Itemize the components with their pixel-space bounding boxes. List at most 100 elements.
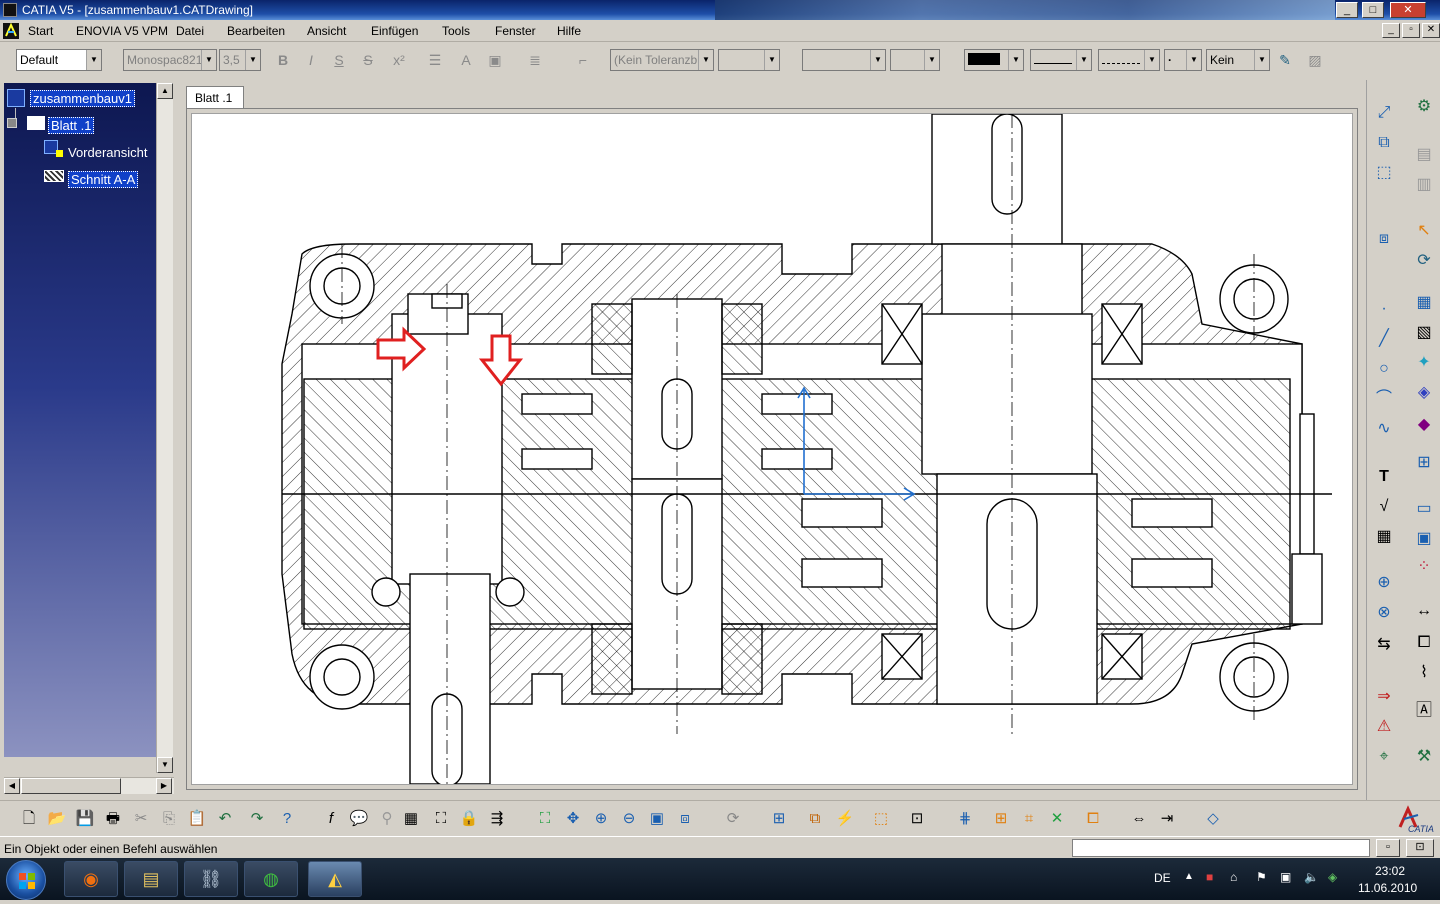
filter-icon[interactable]: ⬚ xyxy=(870,808,892,830)
select-arrow-icon[interactable]: ↖ xyxy=(1411,218,1437,244)
thread-icon[interactable]: ⊗ xyxy=(1371,600,1397,626)
circle-icon[interactable]: ○ xyxy=(1371,356,1397,382)
drawing-sheet[interactable] xyxy=(191,113,1353,785)
analysis-icon[interactable]: ⚡ xyxy=(834,808,856,830)
menu-bearbeiten[interactable]: Bearbeiten xyxy=(227,24,285,38)
language-indicator[interactable]: DE xyxy=(1154,871,1171,885)
redo-icon[interactable]: ↷ xyxy=(246,808,268,830)
whats-this-icon[interactable]: ? xyxy=(276,808,298,830)
menu-start[interactable]: Start xyxy=(28,24,53,38)
doc-restore-button[interactable]: ▫ xyxy=(1402,23,1420,38)
snap-grid-icon[interactable]: ⊞ xyxy=(1411,450,1437,476)
font-size-combo[interactable]: 3,5 ▼ xyxy=(219,49,261,71)
fit-all-icon[interactable]: ⛶ xyxy=(534,808,556,830)
menu-hilfe[interactable]: Hilfe xyxy=(557,24,581,38)
spline-icon[interactable]: ∿ xyxy=(1371,416,1397,442)
tray-clock-time[interactable]: 23:02 xyxy=(1375,864,1405,878)
power-input-field[interactable] xyxy=(1072,839,1370,857)
scroll-right-icon[interactable]: ▶ xyxy=(156,778,172,794)
tab-blatt-1[interactable]: Blatt .1 xyxy=(186,86,244,108)
detail-view-icon[interactable]: ▤ xyxy=(1411,142,1437,168)
view-from-3d-icon[interactable]: ⤢ xyxy=(1371,100,1397,126)
font-combo[interactable]: Monospac821 ▼ xyxy=(123,49,217,71)
menu-enovia[interactable]: ENOVIA V5 VPM xyxy=(76,24,168,38)
copy-icon[interactable]: ⎘ xyxy=(158,808,180,830)
menu-datei[interactable]: Datei xyxy=(176,24,204,38)
workbench-icon[interactable]: ◇ xyxy=(1202,808,1224,830)
tree-sheet[interactable]: Blatt .1 xyxy=(48,117,95,134)
scroll-down-icon[interactable]: ▼ xyxy=(157,757,173,773)
line-type-combo[interactable]: ▼ xyxy=(1098,49,1160,71)
tray-security-icon[interactable]: ■ xyxy=(1206,870,1213,884)
tolerance-value-combo[interactable]: ▼ xyxy=(718,49,780,71)
underline-icon[interactable]: S xyxy=(328,49,350,71)
zoom-out-icon[interactable]: ⊖ xyxy=(618,808,640,830)
menu-fenster[interactable]: Fenster xyxy=(495,24,536,38)
explorer-taskbar-icon[interactable]: ▤ xyxy=(124,861,178,897)
scroll-left-icon[interactable]: ◀ xyxy=(4,778,20,794)
tree-view-section[interactable]: Schnitt A-A xyxy=(68,171,139,188)
text-icon[interactable]: T xyxy=(1371,464,1397,490)
comment-icon[interactable]: 💬 xyxy=(348,808,370,830)
tools-palette-icon[interactable]: ⌗ xyxy=(1018,808,1040,830)
sketch-tools-icon[interactable]: ⊞ xyxy=(990,808,1012,830)
catalog-icon[interactable]: ⛶ xyxy=(430,808,452,830)
firefox-taskbar-icon[interactable]: ◉ xyxy=(64,861,118,897)
text-box-icon[interactable]: ▣ xyxy=(484,49,506,71)
dimension-tool-icon[interactable]: ↔ xyxy=(1411,598,1437,624)
arrow-tool-icon[interactable]: ⇆ xyxy=(1371,632,1397,658)
clipping-view-icon[interactable]: ⬚ xyxy=(1371,160,1397,186)
balloon-icon[interactable]: ⇒ xyxy=(1371,684,1397,710)
tree-horizontal-scrollbar[interactable]: ◀ ▶ xyxy=(4,777,174,794)
tree-root[interactable]: zusammenbauv1 xyxy=(30,90,135,107)
insert-symbol-icon[interactable]: ≣ xyxy=(524,49,546,71)
insert-frame-icon[interactable]: ⧉ xyxy=(804,808,826,830)
position-icon[interactable]: ⇔ xyxy=(1128,808,1150,830)
style-combo[interactable]: Default ▼ xyxy=(16,49,102,71)
tray-display-icon[interactable]: ▣ xyxy=(1280,870,1291,884)
knowledge-icon[interactable]: ⚲ xyxy=(376,808,398,830)
scroll-up-icon[interactable]: ▲ xyxy=(157,83,173,99)
numeric-format-combo[interactable]: ▼ xyxy=(802,49,886,71)
area-fill-icon[interactable]: ▧ xyxy=(1411,320,1437,346)
menu-einfuegen[interactable]: Einfügen xyxy=(371,24,418,38)
view-properties-icon[interactable]: ⊡ xyxy=(906,808,928,830)
dress-up-icon[interactable]: ▦ xyxy=(1411,290,1437,316)
formula-icon[interactable]: f xyxy=(320,808,342,830)
color-combo[interactable]: ▼ xyxy=(964,49,1024,71)
roughness-icon[interactable]: √ xyxy=(1371,494,1397,520)
broken-view-icon[interactable]: ▥ xyxy=(1411,172,1437,198)
tree-vertical-scrollbar[interactable]: ▲ ▼ xyxy=(156,83,173,773)
expand-toggle-icon[interactable] xyxy=(7,118,17,128)
scroll-thumb[interactable] xyxy=(21,778,121,794)
pan-icon[interactable]: ✥ xyxy=(562,808,584,830)
media-taskbar-icon[interactable]: ◍ xyxy=(244,861,298,897)
table-icon[interactable]: ▦ xyxy=(1371,524,1397,550)
open-file-icon[interactable]: 📂 xyxy=(46,808,68,830)
weld-symbol-icon[interactable]: ⌖ xyxy=(1371,744,1397,770)
minimize-button[interactable]: _ xyxy=(1336,2,1358,18)
new-sheet-icon[interactable]: ⧈ xyxy=(1371,226,1397,252)
profile-icon[interactable]: ⌒ xyxy=(1371,386,1397,412)
point-type-combo[interactable]: · ▼ xyxy=(1164,49,1202,71)
update-icon[interactable]: ⟳ xyxy=(1411,248,1437,274)
datum-feature-icon[interactable]: ⌇ xyxy=(1411,660,1437,686)
catia-taskbar-icon[interactable]: ◭ xyxy=(308,861,362,897)
grid-icon[interactable]: ⊞ xyxy=(768,808,790,830)
line-weight-combo[interactable]: ▼ xyxy=(1030,49,1092,71)
axis-icon[interactable]: ✦ xyxy=(1411,350,1437,376)
strikethrough-icon[interactable]: S xyxy=(357,49,379,71)
bold-icon[interactable]: B xyxy=(272,49,294,71)
new-file-icon[interactable]: 🗋 xyxy=(18,808,40,830)
generate-dimension-icon[interactable]: ⚒ xyxy=(1411,744,1437,770)
tray-network-icon[interactable]: ⌂ xyxy=(1230,870,1237,884)
snap-to-grid-icon[interactable]: ⋕ xyxy=(954,808,976,830)
hatch-pattern-icon[interactable]: ▨ xyxy=(1304,49,1326,71)
maximize-button[interactable]: □ xyxy=(1362,2,1384,18)
3d-view-icon[interactable]: ◈ xyxy=(1411,380,1437,406)
rectangle-icon[interactable]: ▭ xyxy=(1411,496,1437,522)
frame-icon[interactable]: ▣ xyxy=(1411,526,1437,552)
tray-clock-date[interactable]: 11.06.2010 xyxy=(1358,881,1417,895)
text-frame-icon[interactable]: A xyxy=(455,49,477,71)
close-button[interactable]: ✕ xyxy=(1390,2,1426,18)
